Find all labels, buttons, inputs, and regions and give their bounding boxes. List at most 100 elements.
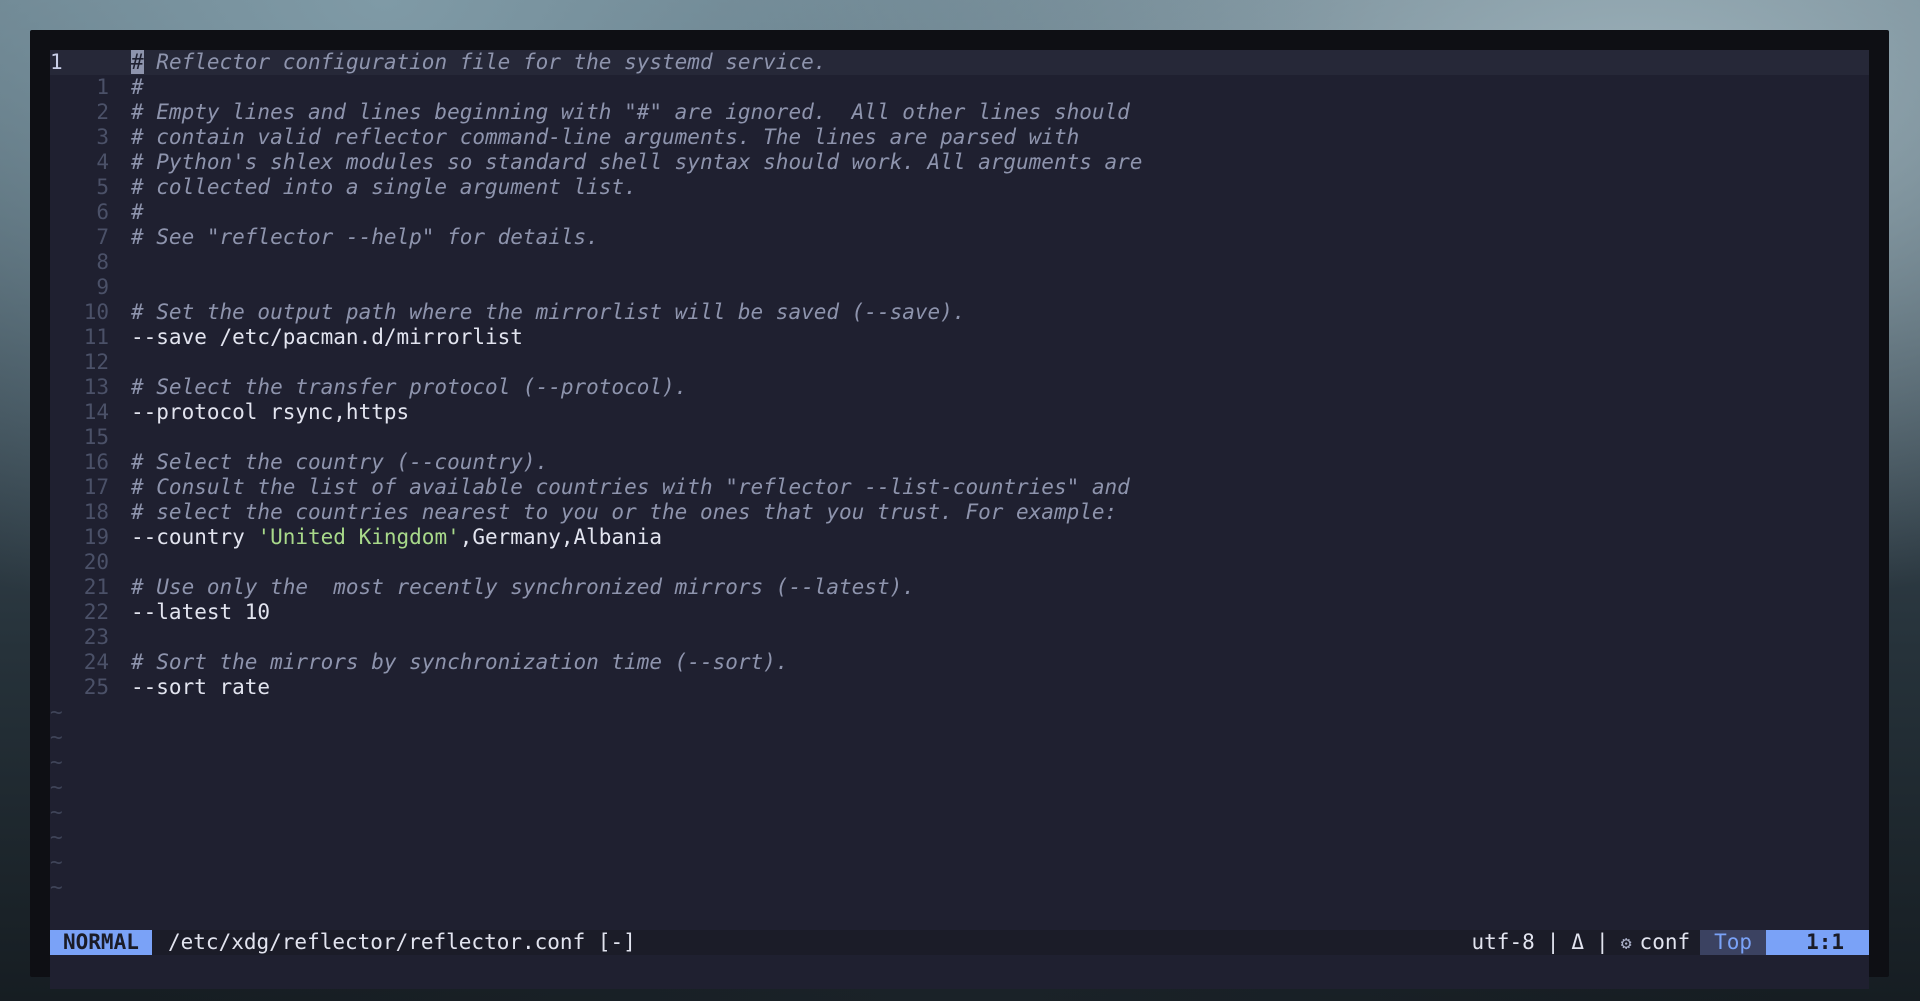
filetype-segment: ⚙ conf [1611, 930, 1700, 955]
terminal-window: 1 # Reflector configuration file for the … [30, 30, 1889, 989]
line-text: # Python's shlex modules so standard she… [131, 150, 1142, 175]
comment-token: # Consult the list of available countrie… [131, 475, 1130, 499]
code-line[interactable]: 19 --country 'United Kingdom',Germany,Alb… [50, 525, 1869, 550]
line-text: # See "reflector --help" for details. [131, 225, 599, 250]
line-number: 12 [83, 350, 109, 374]
line-number: 8 [96, 250, 109, 274]
line-number: 19 [83, 525, 109, 549]
line-number: 6 [96, 200, 109, 224]
line-number: 1 [96, 75, 109, 99]
empty-line-marker: ~ [50, 850, 1869, 875]
comment-token: # [131, 75, 144, 99]
line-number: 11 [83, 325, 109, 349]
line-text: # select the countries nearest to you or… [131, 500, 1117, 525]
line-text: # Select the country (--country). [131, 450, 548, 475]
code-line[interactable]: 23 [50, 625, 1869, 650]
vim-editor[interactable]: 1 # Reflector configuration file for the … [50, 50, 1869, 989]
plain-token: --latest 10 [131, 600, 271, 624]
tilde-marker: ~ [50, 750, 63, 774]
file-path: /etc/xdg/reflector/reflector.conf [-] [168, 930, 636, 954]
code-line[interactable]: 13 # Select the transfer protocol (--prot… [50, 375, 1869, 400]
line-number: 7 [96, 225, 109, 249]
line-text: # [131, 75, 144, 100]
tilde-marker: ~ [50, 850, 63, 874]
line-text: # Set the output path where the mirrorli… [131, 300, 965, 325]
comment-token: # contain valid reflector command-line a… [131, 125, 1080, 149]
code-line[interactable]: 7 # See "reflector --help" for details. [50, 225, 1869, 250]
line-number: 18 [83, 500, 109, 524]
empty-line-marker: ~ [50, 825, 1869, 850]
comment-token: # collected into a single argument list. [131, 175, 637, 199]
line-number: 20 [83, 550, 109, 574]
separator: | [1596, 930, 1609, 954]
tilde-marker: ~ [50, 775, 63, 799]
line-number: 9 [96, 275, 109, 299]
code-line[interactable]: 24 # Sort the mirrors by synchronization … [50, 650, 1869, 675]
empty-line-marker: ~ [50, 700, 1869, 725]
line-text: # Use only the most recently synchronize… [131, 575, 915, 600]
encoding: utf-8 [1471, 930, 1535, 954]
line-number: 24 [83, 650, 109, 674]
plain-token: ,Germany,Albania [459, 525, 663, 549]
line-text: --latest 10 [131, 600, 270, 625]
tilde-marker: ~ [50, 725, 63, 749]
line-text: # contain valid reflector command-line a… [131, 125, 1079, 150]
code-line[interactable]: 20 [50, 550, 1869, 575]
code-line[interactable]: 16 # Select the country (--country). [50, 450, 1869, 475]
code-line[interactable]: 14 --protocol rsync,https [50, 400, 1869, 425]
plain-token: --country [131, 525, 258, 549]
code-line[interactable]: 9 [50, 275, 1869, 300]
code-line[interactable]: 10 # Set the output path where the mirror… [50, 300, 1869, 325]
line-text: # [131, 200, 144, 225]
code-line[interactable]: 22 --latest 10 [50, 600, 1869, 625]
mode-indicator: NORMAL [50, 930, 152, 955]
tux-icon: Δ [1571, 930, 1585, 954]
tilde-marker: ~ [50, 800, 63, 824]
command-line[interactable] [50, 955, 1869, 989]
line-number: 21 [83, 575, 109, 599]
comment-token: # select the countries nearest to you or… [131, 500, 1118, 524]
empty-line-marker: ~ [50, 775, 1869, 800]
line-text: # Sort the mirrors by synchronization ti… [131, 650, 788, 675]
comment-token: # Select the country (--country). [131, 450, 549, 474]
code-line[interactable]: 2 # Empty lines and lines beginning with … [50, 100, 1869, 125]
code-line[interactable]: 25 --sort rate [50, 675, 1869, 700]
code-line[interactable]: 1 # [50, 75, 1869, 100]
code-line[interactable]: 15 [50, 425, 1869, 450]
code-line[interactable]: 4 # Python's shlex modules so standard sh… [50, 150, 1869, 175]
code-line[interactable]: 18 # select the countries nearest to you … [50, 500, 1869, 525]
code-line[interactable]: 17 # Consult the list of available countr… [50, 475, 1869, 500]
cursor-location: 1:1 [1766, 930, 1869, 955]
filetype: conf [1639, 930, 1691, 954]
line-number: 3 [96, 125, 109, 149]
text-buffer[interactable]: 1 # Reflector configuration file for the … [50, 50, 1869, 930]
code-line[interactable]: 6 # [50, 200, 1869, 225]
comment-token: # Sort the mirrors by synchronization ti… [131, 650, 789, 674]
line-number: 1 [50, 50, 63, 74]
empty-line-marker: ~ [50, 800, 1869, 825]
line-number: 4 [96, 150, 109, 174]
line-number: 14 [83, 400, 109, 424]
comment-token: Reflector configuration file for the sys… [143, 50, 827, 74]
comment-token: # Select the transfer protocol (--protoc… [131, 375, 688, 399]
line-text: --save /etc/pacman.d/mirrorlist [131, 325, 523, 350]
plain-token: --sort rate [131, 675, 271, 699]
line-text: --country 'United Kingdom',Germany,Alban… [131, 525, 662, 550]
empty-line-marker: ~ [50, 725, 1869, 750]
line-number: 13 [83, 375, 109, 399]
tilde-marker: ~ [50, 825, 63, 849]
code-line[interactable]: 12 [50, 350, 1869, 375]
tilde-marker: ~ [50, 875, 63, 899]
code-line[interactable]: 8 [50, 250, 1869, 275]
current-line[interactable]: 1 # Reflector configuration file for the … [50, 50, 1869, 75]
line-number: 5 [96, 175, 109, 199]
string-token: 'United Kingdom' [257, 525, 460, 549]
code-line[interactable]: 3 # contain valid reflector command-line … [50, 125, 1869, 150]
line-text: --protocol rsync,https [131, 400, 409, 425]
code-line[interactable]: 11 --save /etc/pacman.d/mirrorlist [50, 325, 1869, 350]
line-text: --sort rate [131, 675, 270, 700]
statusline-right: utf-8 | Δ | ⚙ conf Top 1:1 [1462, 930, 1869, 955]
statusline: NORMAL /etc/xdg/reflector/reflector.conf… [50, 930, 1869, 955]
code-line[interactable]: 5 # collected into a single argument list… [50, 175, 1869, 200]
code-line[interactable]: 21 # Use only the most recently synchroni… [50, 575, 1869, 600]
